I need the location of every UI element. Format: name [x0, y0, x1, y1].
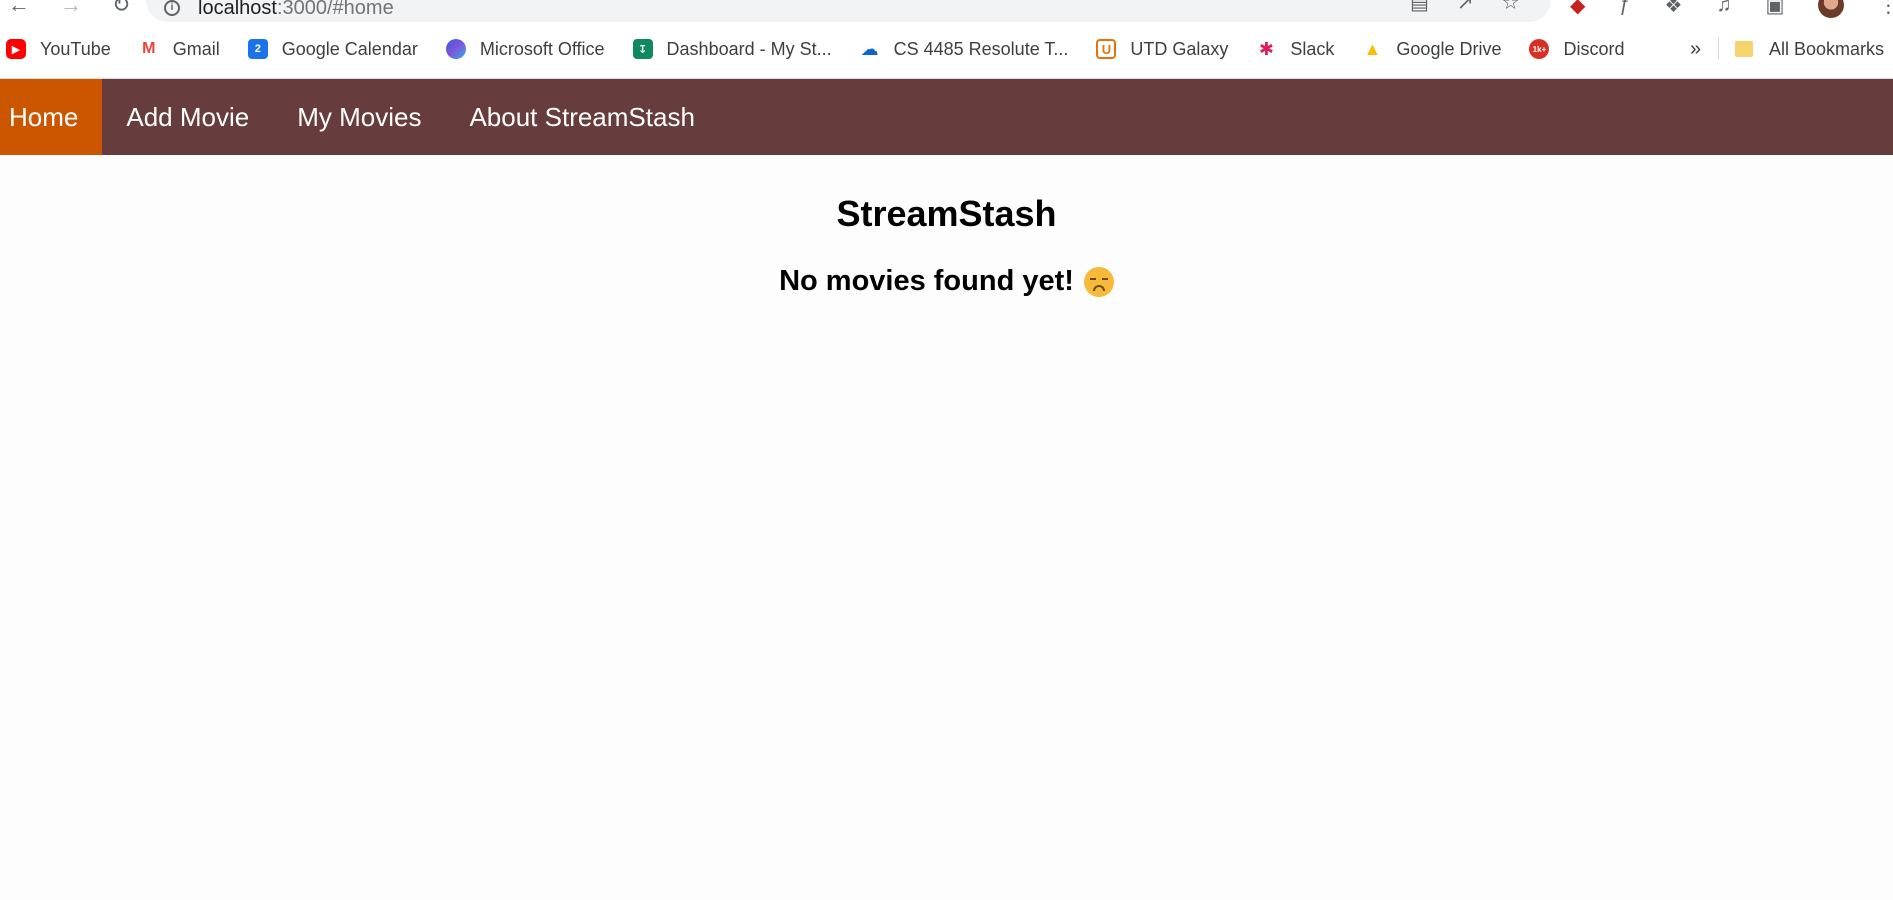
bookmark-gmail[interactable]: M Gmail — [138, 38, 220, 60]
empty-state-message: No movies found yet! — [0, 265, 1893, 298]
discord-icon: 1k+ — [1529, 39, 1550, 59]
bookmark-cs4485[interactable]: ☁ CS 4485 Resolute T... — [860, 39, 1069, 60]
nav-my-movies[interactable]: My Movies — [273, 79, 445, 155]
browser-chrome: ← → ↻ i localhost:3000/#home ▤ ↗ ☆ ◆ ƒ ❖… — [0, 0, 1893, 79]
nav-about[interactable]: About StreamStash — [445, 79, 718, 155]
address-bar[interactable]: i localhost:3000/#home — [146, 0, 1551, 22]
bookmarks-bar: ▶ YouTube M Gmail 2 Google Calendar Micr… — [0, 34, 1893, 64]
browser-nav-buttons: ← → ↻ — [8, 0, 130, 18]
extension-function-icon[interactable]: ƒ — [1619, 0, 1630, 17]
bookmark-label: Microsoft Office — [479, 38, 605, 59]
more-bookmarks-button[interactable]: » — [1690, 34, 1701, 64]
address-url[interactable]: localhost:3000/#home — [198, 0, 394, 20]
bookmark-label: Google Drive — [1396, 38, 1502, 59]
bookmark-label: UTD Galaxy — [1130, 38, 1229, 59]
utd-icon: U — [1096, 39, 1117, 59]
sad-face-icon — [1083, 266, 1114, 297]
bookmark-label: Google Calendar — [281, 38, 418, 59]
bookmark-star-icon[interactable]: ☆ — [1502, 0, 1520, 15]
back-arrow-icon[interactable]: ← — [8, 0, 30, 18]
bookmark-slack[interactable]: ✱ Slack — [1256, 38, 1335, 60]
bookmark-dashboard[interactable]: ↧ Dashboard - My St... — [632, 38, 832, 60]
url-path: :3000/#home — [276, 0, 394, 19]
bookmark-label: Discord — [1563, 38, 1625, 59]
bookmark-label: Slack — [1290, 38, 1335, 59]
bookmark-google-calendar[interactable]: 2 Google Calendar — [247, 38, 418, 60]
reload-icon[interactable]: ↻ — [112, 0, 130, 18]
drive-icon: ▲ — [1363, 38, 1382, 59]
app-navbar: Home Add Movie My Movies About StreamSta… — [0, 79, 1893, 155]
dashboard-icon: ↧ — [632, 39, 653, 59]
folder-icon — [1735, 41, 1753, 57]
bookmark-google-drive[interactable]: ▲ Google Drive — [1362, 38, 1502, 60]
omnibox-actions: ▤ ↗ ☆ — [1410, 0, 1520, 15]
calendar-icon: 2 — [247, 39, 268, 59]
bookmark-microsoft-office[interactable]: Microsoft Office — [445, 38, 605, 60]
forward-arrow-icon[interactable]: → — [60, 0, 82, 18]
nav-add-movie[interactable]: Add Movie — [102, 79, 273, 155]
bookmark-youtube[interactable]: ▶ YouTube — [6, 39, 111, 60]
browser-menu-icon[interactable]: ⋮ — [1878, 0, 1893, 18]
bookmark-label: YouTube — [40, 38, 111, 59]
side-panel-icon[interactable]: ▣ — [1765, 0, 1784, 18]
media-control-icon[interactable]: ♫ — [1716, 0, 1731, 17]
gmail-icon: M — [138, 39, 159, 59]
profile-avatar[interactable] — [1818, 0, 1845, 18]
url-host: localhost — [198, 0, 277, 19]
all-bookmarks-button[interactable]: All Bookmarks — [1735, 34, 1884, 64]
empty-state-text: No movies found yet! — [779, 265, 1074, 297]
page-title: StreamStash — [836, 193, 1057, 234]
extensions-puzzle-icon[interactable]: ❖ — [1665, 0, 1683, 18]
bookmark-label: Dashboard - My St... — [666, 38, 832, 59]
bookmark-label: CS 4485 Resolute T... — [893, 38, 1069, 59]
install-app-icon[interactable]: ▤ — [1410, 0, 1429, 15]
share-icon[interactable]: ↗ — [1457, 0, 1474, 15]
browser-toolbar-right: ◆ ƒ ❖ ♫ ▣ ⋮ — [1570, 0, 1893, 18]
nav-home[interactable]: Home — [0, 79, 103, 155]
youtube-icon: ▶ — [6, 39, 26, 59]
site-info-icon[interactable]: i — [164, 0, 180, 16]
slack-icon: ✱ — [1258, 38, 1274, 59]
bookmark-utd-galaxy[interactable]: U UTD Galaxy — [1096, 39, 1228, 60]
address-bar-row: ← → ↻ i localhost:3000/#home ▤ ↗ ☆ ◆ ƒ ❖… — [0, 0, 1893, 24]
bookmark-discord[interactable]: 1k+ Discord — [1529, 39, 1624, 60]
extension-shield-icon[interactable]: ◆ — [1570, 0, 1585, 18]
office-icon — [445, 39, 466, 59]
onedrive-icon: ☁ — [860, 38, 879, 59]
bookmark-label: Gmail — [172, 38, 220, 59]
bookmarks-divider — [1718, 38, 1719, 60]
all-bookmarks-label: All Bookmarks — [1769, 38, 1885, 59]
